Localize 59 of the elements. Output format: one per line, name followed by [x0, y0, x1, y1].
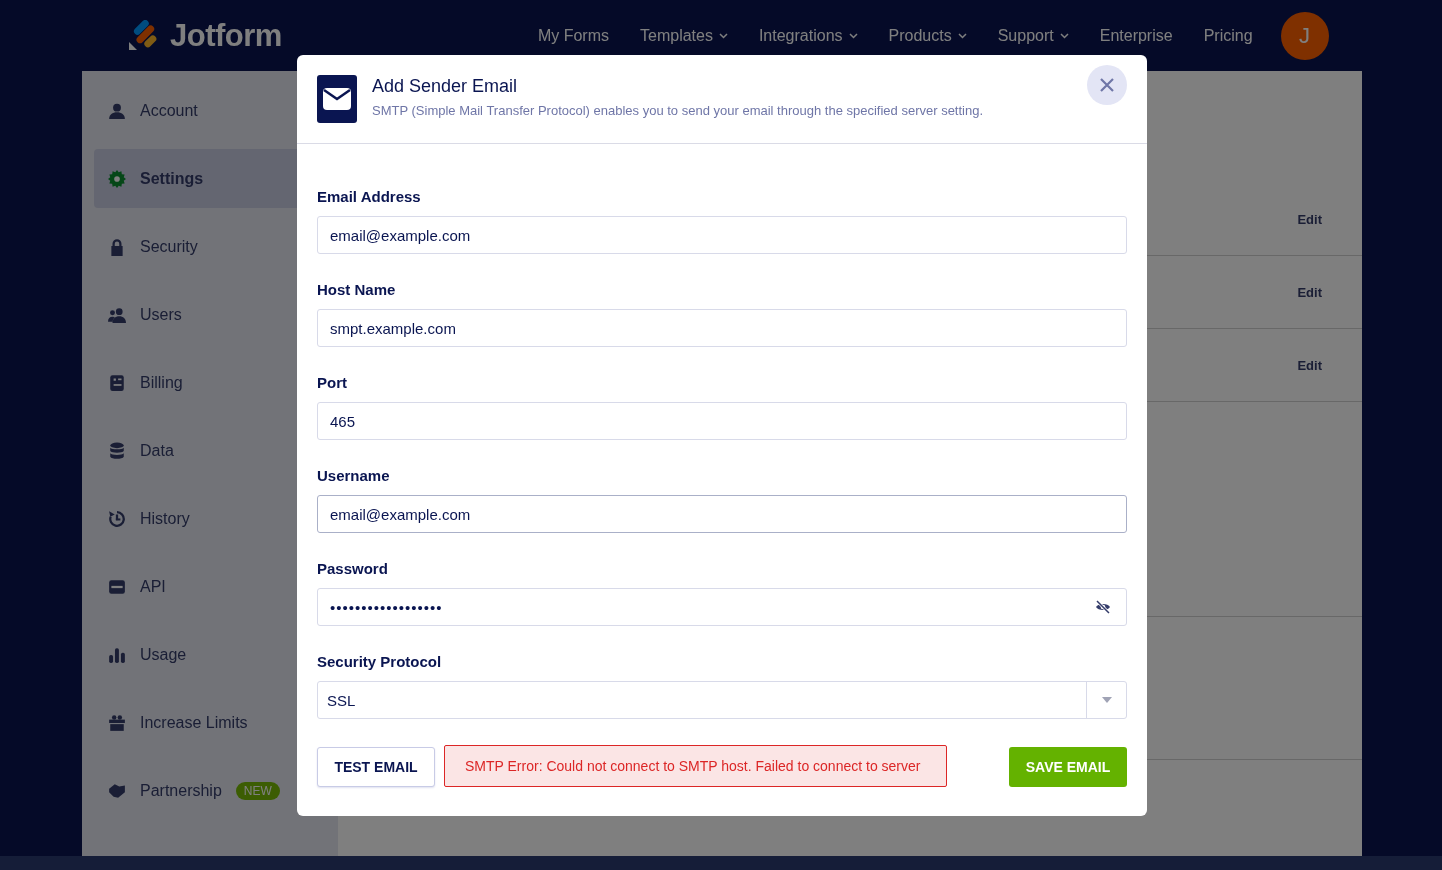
- input-field[interactable]: smpt.example.com: [317, 309, 1127, 347]
- nav-link[interactable]: Products: [888, 26, 967, 45]
- field-label: Security Protocol: [317, 653, 443, 670]
- data-icon: [108, 441, 126, 460]
- sidebar-label: Partnership: [140, 781, 222, 800]
- caret-icon: [957, 32, 967, 39]
- bill-icon: [108, 373, 126, 392]
- new-badge: NEW: [235, 781, 280, 800]
- password-field[interactable]: ••••••••••••••••••: [317, 588, 1127, 626]
- sidebar-label: Billing: [140, 373, 183, 392]
- field-label: Password: [317, 560, 389, 577]
- dialog-subtitle: SMTP (Simple Mail Transfer Protocol) enables you to send your email through the specified server setting.: [372, 103, 985, 118]
- nav-link[interactable]: Support: [997, 26, 1069, 45]
- protocol-dropdown[interactable]: SSL: [317, 681, 1127, 719]
- input-field[interactable]: email@example.com: [317, 495, 1127, 533]
- save-email-button[interactable]: SAVE EMAIL: [1009, 747, 1127, 787]
- edit-link[interactable]: Edit: [1297, 357, 1322, 373]
- dialog-title: Add Sender Email: [372, 76, 519, 97]
- nav-link[interactable]: My Forms: [537, 26, 609, 45]
- field-label: Host Name: [317, 281, 397, 298]
- usage-icon: [108, 645, 126, 664]
- users-icon: [108, 305, 126, 324]
- sidebar-label: Security: [140, 237, 198, 256]
- nav-link[interactable]: Templates: [640, 26, 728, 45]
- caret-icon: [1059, 32, 1069, 39]
- caret-icon: [848, 32, 858, 39]
- sidebar-label: History: [140, 509, 190, 528]
- nav-link[interactable]: Pricing: [1203, 26, 1253, 45]
- person-icon: [108, 101, 126, 120]
- edit-link[interactable]: Edit: [1297, 284, 1322, 300]
- user-avatar[interactable]: J: [1280, 11, 1329, 60]
- caret-icon: [718, 32, 728, 39]
- sidebar-label: Increase Limits: [140, 713, 248, 732]
- test-email-button[interactable]: TEST EMAIL: [317, 747, 435, 787]
- close-button[interactable]: [1087, 65, 1127, 105]
- sidebar-label: Users: [140, 305, 182, 324]
- sidebar-label: Settings: [140, 169, 204, 188]
- edit-link[interactable]: Edit: [1297, 211, 1322, 227]
- field-label: Username: [317, 467, 391, 484]
- input-field[interactable]: email@example.com: [317, 216, 1127, 254]
- sidebar-label: Account: [140, 101, 198, 120]
- hide-password-icon[interactable]: [1095, 599, 1111, 615]
- dropdown-arrow-icon: [1101, 697, 1112, 703]
- logo-wordmark[interactable]: Jotform: [170, 17, 282, 54]
- field-label: Port: [317, 374, 348, 391]
- gift-icon: [108, 713, 126, 732]
- sidebar-label: API: [140, 577, 166, 596]
- input-field[interactable]: 465: [317, 402, 1127, 440]
- nav-link[interactable]: Integrations: [758, 26, 858, 45]
- sidebar-label: Data: [140, 441, 174, 460]
- sidebar-label: Usage: [140, 645, 187, 664]
- close-icon: [1099, 77, 1115, 93]
- gear-icon: [108, 169, 126, 188]
- sidebar-item[interactable]: Account: [94, 81, 338, 140]
- nav-link[interactable]: Enterprise: [1099, 26, 1173, 45]
- history-icon: [108, 509, 126, 528]
- mail-icon: [317, 75, 357, 123]
- error-message: SMTP Error: Could not connect to SMTP host. Failed to connect to server: [444, 745, 947, 787]
- lock-icon: [108, 237, 126, 256]
